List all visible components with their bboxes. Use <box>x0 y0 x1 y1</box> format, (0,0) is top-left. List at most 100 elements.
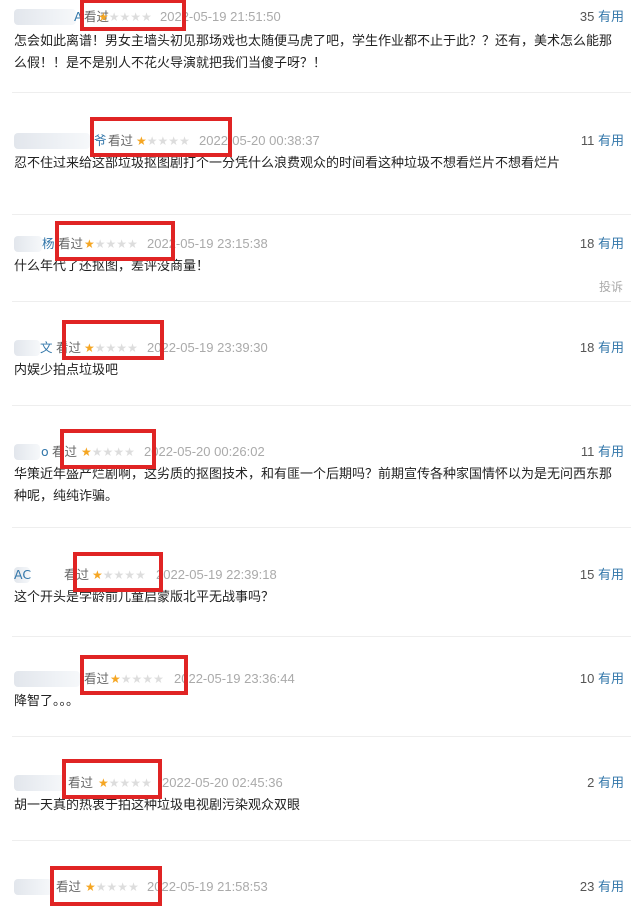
star-empty-icon: ★ <box>157 134 169 148</box>
useful-label[interactable]: 有用 <box>598 880 624 895</box>
useful-vote[interactable]: 15 有用 <box>580 563 624 587</box>
comment-time: 2022-05-19 21:58:53 <box>147 879 268 894</box>
comment-text: 降智了。。。 <box>14 694 80 709</box>
star-icon: ★ <box>84 237 95 251</box>
star-empty-icon: ★ <box>102 568 114 582</box>
useful-vote[interactable]: 35 有用 <box>580 5 624 29</box>
star-empty-icon: ★ <box>120 672 132 686</box>
useful-vote[interactable]: 11 有用 <box>581 129 624 153</box>
useful-vote[interactable]: 11 有用 <box>581 440 624 464</box>
avatar[interactable] <box>14 9 76 25</box>
vote-count: 18 <box>579 340 595 355</box>
useful-label[interactable]: 有用 <box>598 445 624 460</box>
comment-item: A 看过 ★★★★★ 2022-05-19 21:51:50 35 有用 怎会如此离谱！男… <box>0 0 631 93</box>
star-icon: ★ <box>98 10 109 24</box>
comment-meta: A 看过 ★★★★★ 2022-05-19 21:51:50 <box>14 5 534 29</box>
comment-item: 文看过 ★★★★★ 2022-05-19 23:39:30 18 有用 内娱少拍点垃圾吧 <box>0 320 631 406</box>
rating-stars: ★★★★★ <box>98 5 152 29</box>
star-empty-icon: ★ <box>95 880 107 894</box>
rating-stars: ★★★★★ <box>136 129 190 153</box>
watch-status: 看过 <box>52 444 78 459</box>
star-empty-icon: ★ <box>105 341 117 355</box>
username-link[interactable]: o <box>41 440 49 464</box>
star-empty-icon: ★ <box>119 10 131 24</box>
comment-meta: AC 看过 ★★★★★ 2022-05-19 22:39:18 <box>14 563 534 587</box>
comment-meta: 看过 ★★★★★ 2022-05-19 21:58:53 <box>14 875 534 899</box>
useful-label[interactable]: 有用 <box>598 568 624 583</box>
star-empty-icon: ★ <box>124 568 136 582</box>
useful-label[interactable]: 有用 <box>598 672 624 687</box>
comment-item: 爷看过 ★★★★★ 2022-05-20 00:38:37 11 有用 忍不住过来给这部… <box>0 117 631 215</box>
divider <box>12 527 631 528</box>
watch-status: 看过 <box>58 236 84 251</box>
useful-vote[interactable]: 2 有用 <box>587 771 624 795</box>
avatar[interactable] <box>14 775 66 791</box>
rating-stars: ★★★★★ <box>98 771 152 795</box>
useful-label[interactable]: 有用 <box>598 10 624 25</box>
star-empty-icon: ★ <box>106 880 118 894</box>
useful-label[interactable]: 有用 <box>598 237 624 252</box>
star-empty-icon: ★ <box>141 776 152 790</box>
vote-count: 11 <box>580 444 595 459</box>
vote-count: 18 <box>579 236 595 251</box>
useful-label[interactable]: 有用 <box>598 134 624 149</box>
comment-list: A 看过 ★★★★★ 2022-05-19 21:51:50 35 有用 怎会如此离谱！男… <box>0 0 631 906</box>
username-link[interactable]: AC <box>14 563 31 587</box>
rating-stars: ★★★★★ <box>81 440 135 464</box>
comment-time: 2022-05-19 23:39:30 <box>147 340 268 355</box>
comment-meta: 看过 ★★★★★ 2022-05-20 02:45:36 <box>14 771 534 795</box>
star-empty-icon: ★ <box>113 445 125 459</box>
star-empty-icon: ★ <box>108 10 120 24</box>
watch-status: 看过 <box>64 567 90 582</box>
star-icon: ★ <box>98 776 109 790</box>
username-link[interactable]: 文 <box>40 336 53 360</box>
avatar[interactable] <box>14 444 40 460</box>
star-empty-icon: ★ <box>146 134 158 148</box>
comment-time: 2022-05-19 22:39:18 <box>156 567 277 582</box>
comment-item: o 看过 ★★★★★ 2022-05-20 00:26:02 11 有用 华策近年盛产烂剧… <box>0 429 631 528</box>
username-link[interactable]: 杨 <box>42 232 55 256</box>
comment-meta: o 看过 ★★★★★ 2022-05-20 00:26:02 <box>14 440 534 464</box>
divider <box>12 736 631 737</box>
comment-time: 2022-05-20 02:45:36 <box>162 775 283 790</box>
star-empty-icon: ★ <box>130 10 142 24</box>
divider <box>12 840 631 841</box>
comment-text: 忍不住过来给这部垃圾抠图剧打个一分凭什么浪费观众的时间看这种垃圾不想看烂片不想看… <box>14 156 561 171</box>
watch-status: 看过 <box>108 133 134 148</box>
vote-count: 15 <box>579 567 595 582</box>
rating-stars: ★★★★★ <box>85 875 139 899</box>
avatar[interactable] <box>14 340 40 356</box>
useful-vote[interactable]: 18 有用 <box>580 232 624 256</box>
comment-time: 2022-05-19 23:36:44 <box>174 671 295 686</box>
comment-meta: 看过 ★★★★★ 2022-05-19 23:36:44 <box>14 667 534 691</box>
comment-item: 杨看过 ★★★★★ 2022-05-19 23:15:38 18 有用 什么年代了还抠图… <box>0 221 631 302</box>
useful-vote[interactable]: 10 有用 <box>580 667 624 691</box>
useful-vote[interactable]: 23 有用 <box>580 875 624 899</box>
divider <box>12 301 631 302</box>
star-empty-icon: ★ <box>113 568 125 582</box>
avatar[interactable] <box>14 133 90 149</box>
username-link[interactable]: 爷 <box>94 129 107 153</box>
divider <box>12 405 631 406</box>
star-empty-icon: ★ <box>124 445 135 459</box>
vote-count: 10 <box>579 671 595 686</box>
avatar[interactable] <box>14 879 52 895</box>
avatar[interactable] <box>14 236 42 252</box>
star-empty-icon: ★ <box>94 341 106 355</box>
star-empty-icon: ★ <box>135 568 146 582</box>
star-empty-icon: ★ <box>153 672 164 686</box>
rating-stars: ★★★★★ <box>84 336 138 360</box>
watch-status: 看过 <box>68 775 94 790</box>
star-empty-icon: ★ <box>117 880 129 894</box>
star-icon: ★ <box>92 568 103 582</box>
comment-time: 2022-05-19 21:51:50 <box>160 9 281 24</box>
useful-vote[interactable]: 18 有用 <box>580 336 624 360</box>
useful-label[interactable]: 有用 <box>598 341 624 356</box>
useful-label[interactable]: 有用 <box>598 776 624 791</box>
avatar[interactable] <box>14 671 80 687</box>
username-link[interactable]: A <box>74 5 83 29</box>
report-link[interactable]: 投诉 <box>599 278 623 295</box>
star-icon: ★ <box>110 672 121 686</box>
vote-count: 23 <box>579 879 595 894</box>
comment-text: 这个开头是学龄前儿童启蒙版北平无战事吗？ <box>14 590 275 605</box>
